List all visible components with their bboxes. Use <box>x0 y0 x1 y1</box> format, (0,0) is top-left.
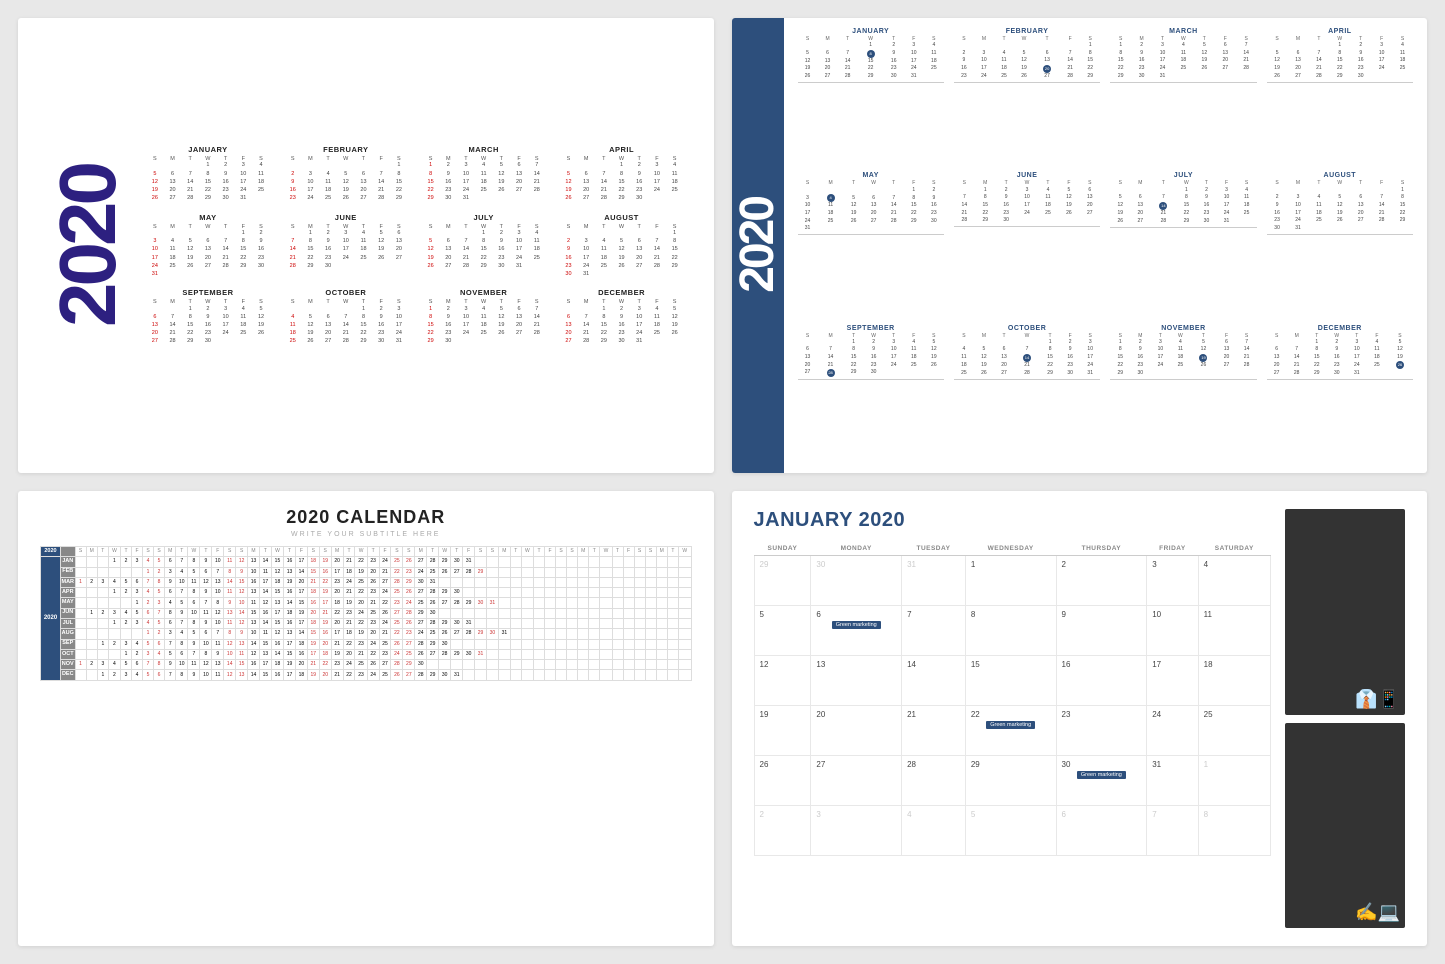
slide3-title: 2020 CALENDAR <box>40 507 692 528</box>
calendar-content-slide2: JANUARYSMTWTFS12345678910111213141516171… <box>784 18 1428 473</box>
month-block2-july: JULYSMTWTFS12345678910111213141516171819… <box>1110 172 1256 318</box>
year-label-slide2: 2020 <box>732 198 786 293</box>
month-block-march: MARCHSMTWTFS1234567891011121314151617181… <box>422 145 546 203</box>
photo-1 <box>1285 509 1405 715</box>
slide-3-row-calendar: 2020 CALENDAR WRITE YOUR SUBTITLE HERE 2… <box>18 491 714 946</box>
month-block2-february: FEBRUARYSMTWTFS1234567891011121314151617… <box>954 28 1100 166</box>
month-block2-march: MARCHSMTWTFS1234567891011121314151617181… <box>1110 28 1256 166</box>
slide4-month: JANUARY <box>754 509 853 531</box>
month-block2-october: OCTOBERSMTWTFS12345678910111213141516171… <box>954 325 1100 463</box>
month-block2-september: SEPTEMBERSMTWTFS123456789101112131415161… <box>798 325 944 463</box>
month-block2-january: JANUARYSMTWTFS12345678910111213141516171… <box>798 28 944 166</box>
slide3-subtitle: WRITE YOUR SUBTITLE HERE <box>40 531 692 538</box>
month-block-february: FEBRUARYSMTWTFS1234567891011121314151617… <box>284 145 408 203</box>
month-block-july: JULYSMTWTFS12345678910111213141516171819… <box>422 213 546 279</box>
month-block2-april: APRILSMTWTFS1234567891011121314151617181… <box>1267 28 1413 166</box>
month-block2-august: AUGUSTSMTWTFS123456789101112131415161718… <box>1267 172 1413 318</box>
slide-4-january-calendar: JANUARY 2020 SUNDAYMONDAYTUESDAYWEDNESDA… <box>732 491 1428 946</box>
slide-1-year-calendar: 2020 JANUARYSMTWTFS123456789101112131415… <box>18 18 714 473</box>
month-block-may: MAYSMTWTFS123456789101112131415161718192… <box>146 213 270 279</box>
month-block-september: SEPTEMBERSMTWTFS123456789101112131415161… <box>146 288 270 346</box>
january-month-table: SUNDAYMONDAYTUESDAYWEDNESDAYTHURSDAYFRID… <box>754 542 1272 856</box>
january-calendar-left: JANUARY 2020 SUNDAYMONDAYTUESDAYWEDNESDA… <box>754 509 1272 928</box>
month-block-november: NOVEMBERSMTWTFS1234567891011121314151617… <box>422 288 546 346</box>
month-block-december: DECEMBERSMTWTFS1234567891011121314151617… <box>560 288 684 346</box>
slide4-photos <box>1285 509 1405 928</box>
row-calendar-table: 2020SMTWTFSSMTWTFSSMTWTFSSMTWTFSSMTWTFSS… <box>40 546 692 681</box>
month-block2-december: DECEMBERSMTWTFS1234567891011121314151617… <box>1267 325 1413 463</box>
slide-2-blue-calendar: 2020 JANUARYSMTWTFS123456789101112131415… <box>732 18 1428 473</box>
month-block-april: APRILSMTWTFS1234567891011121314151617181… <box>560 145 684 203</box>
slide4-year: 2020 <box>859 509 906 531</box>
calendar-grid-slide1: JANUARYSMTWTFS12345678910111213141516171… <box>146 145 684 346</box>
month-block-january: JANUARYSMTWTFS12345678910111213141516171… <box>146 145 270 203</box>
month-block-october: OCTOBERSMTWTFS12345678910111213141516171… <box>284 288 408 346</box>
blue-accent-bar: 2020 <box>732 18 784 473</box>
month-block-august: AUGUSTSMTWTFS123456789101112131415161718… <box>560 213 684 279</box>
photo-2 <box>1285 723 1405 929</box>
month-block2-may: MAYSMTWTFS123456789101112131415161718192… <box>798 172 944 318</box>
month-block-june: JUNESMTWTFS12345678910111213141516171819… <box>284 213 408 279</box>
month-block2-june: JUNESMTWTFS12345678910111213141516171819… <box>954 172 1100 318</box>
year-label-slide1: 2020 <box>48 165 128 327</box>
month-block2-november: NOVEMBERSMTWTFS1234567891011121314151617… <box>1110 325 1256 463</box>
slide4-title: JANUARY 2020 <box>754 509 1272 532</box>
